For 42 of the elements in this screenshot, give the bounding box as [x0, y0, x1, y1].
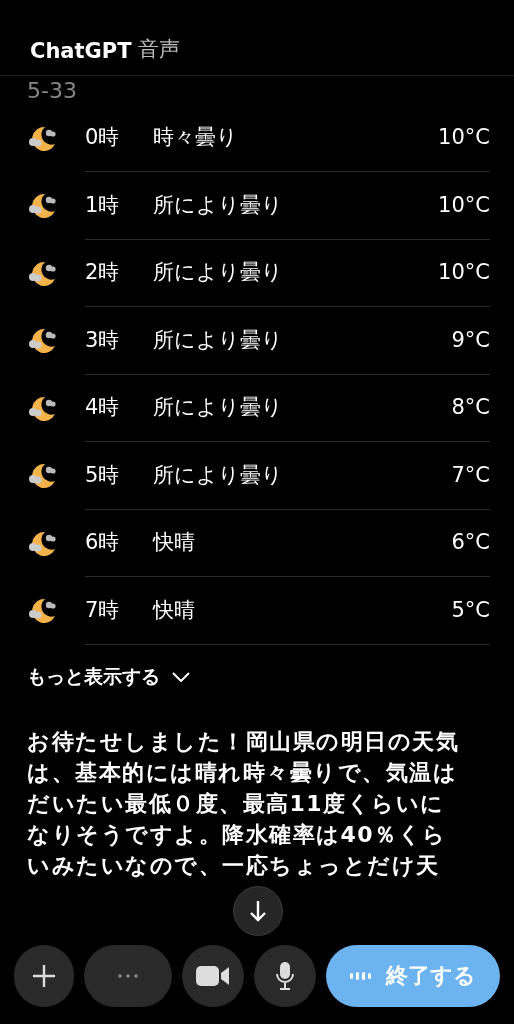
- hour-label: 2時: [85, 259, 121, 287]
- hour-label: 4時: [85, 394, 121, 422]
- temperature-label: 5°C: [451, 597, 490, 622]
- temperature-label: 10°C: [438, 125, 490, 150]
- hour-label: 3時: [85, 326, 121, 354]
- arrow-down-icon: [249, 900, 267, 922]
- moon-cloud-icon: [27, 461, 57, 490]
- location-text: 5-33: [26, 77, 78, 104]
- hour-label: 6時: [85, 529, 121, 557]
- scroll-down-button[interactable]: [233, 886, 283, 936]
- condition-label: 時々曇り: [153, 124, 239, 152]
- condition-label: 所により曇り: [153, 191, 284, 219]
- moon-cloud-icon: [27, 326, 57, 355]
- temperature-label: 10°C: [438, 260, 490, 285]
- hour-label: 0時: [85, 124, 121, 152]
- condition-label: 所により曇り: [153, 461, 284, 489]
- assistant-message: お待たせしました！岡山県の明日の天気は、基本的には晴れ時々曇りで、気温はだいたい最低０度、最高11度くらいになりそうですよ。降水確率は40％くらいみたいなので、一応ちょっとだけ天: [27, 728, 460, 880]
- temperature-label: 7°C: [451, 462, 490, 487]
- temperature-label: 9°C: [451, 327, 490, 352]
- hour-label: 1時: [85, 191, 121, 219]
- hour-label: 7時: [85, 596, 121, 624]
- temperature-label: 6°C: [451, 530, 490, 555]
- condition-label: 快晴: [153, 596, 196, 624]
- dots-icon: [118, 974, 138, 978]
- moon-cloud-icon: [27, 191, 57, 220]
- moon-cloud-icon: [27, 596, 57, 625]
- waveform-icon: [350, 972, 372, 980]
- condition-label: 快晴: [153, 529, 196, 557]
- temperature-label: 8°C: [451, 395, 490, 420]
- condition-label: 所により曇り: [153, 259, 284, 287]
- microphone-icon: [275, 961, 295, 991]
- condition-label: 所により曇り: [153, 394, 284, 422]
- show-more-link[interactable]: もっと表示する: [27, 664, 160, 690]
- app-title: ChatGPT: [30, 39, 132, 63]
- condition-label: 所により曇り: [153, 326, 284, 354]
- mode-label: 音声: [137, 36, 180, 63]
- add-button[interactable]: [14, 945, 74, 1007]
- chevron-down-icon: [172, 672, 190, 682]
- temperature-label: 10°C: [438, 192, 490, 217]
- plus-icon: [32, 964, 56, 988]
- video-camera-icon: [196, 965, 230, 987]
- hour-label: 5時: [85, 461, 121, 489]
